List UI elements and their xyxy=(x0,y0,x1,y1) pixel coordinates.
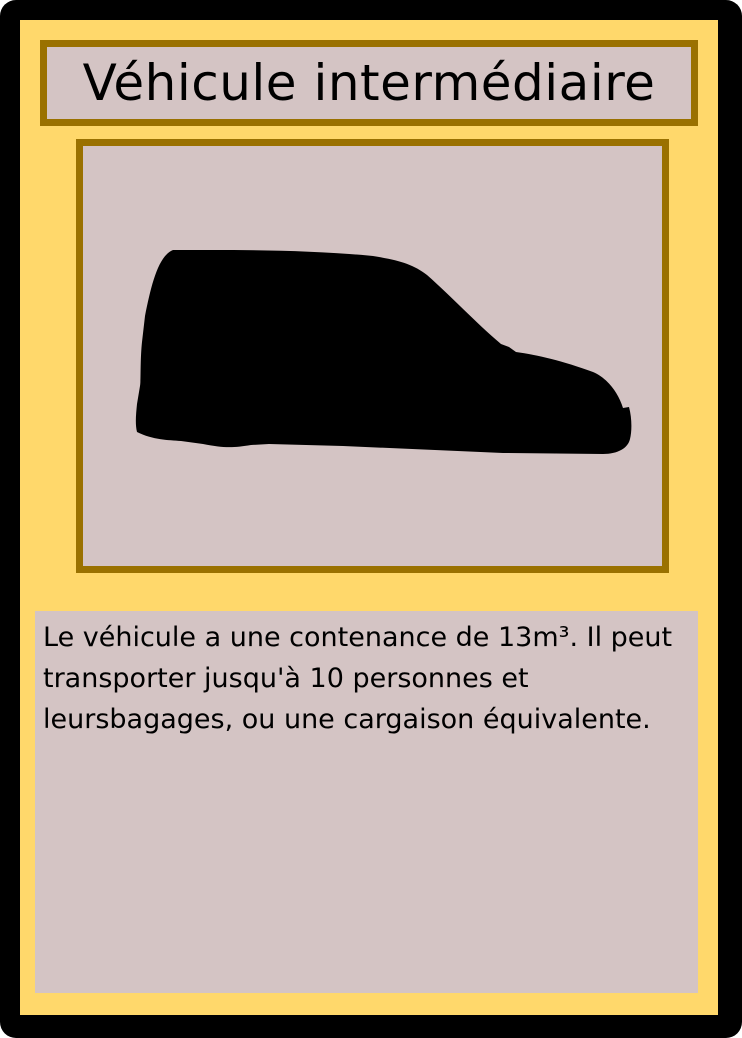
card-outer-border: Véhicule intermédiaire Le véhicule a une… xyxy=(0,0,742,1038)
card-title-box: Véhicule intermédiaire xyxy=(40,40,698,126)
van-body xyxy=(135,250,632,454)
card-image-frame xyxy=(76,139,669,573)
van-silhouette-icon xyxy=(135,250,632,454)
card-title: Véhicule intermédiaire xyxy=(82,54,656,112)
card-description-box: Le véhicule a une contenance de 13m³. Il… xyxy=(35,611,698,993)
card-description: Le véhicule a une contenance de 13m³. Il… xyxy=(43,622,673,735)
